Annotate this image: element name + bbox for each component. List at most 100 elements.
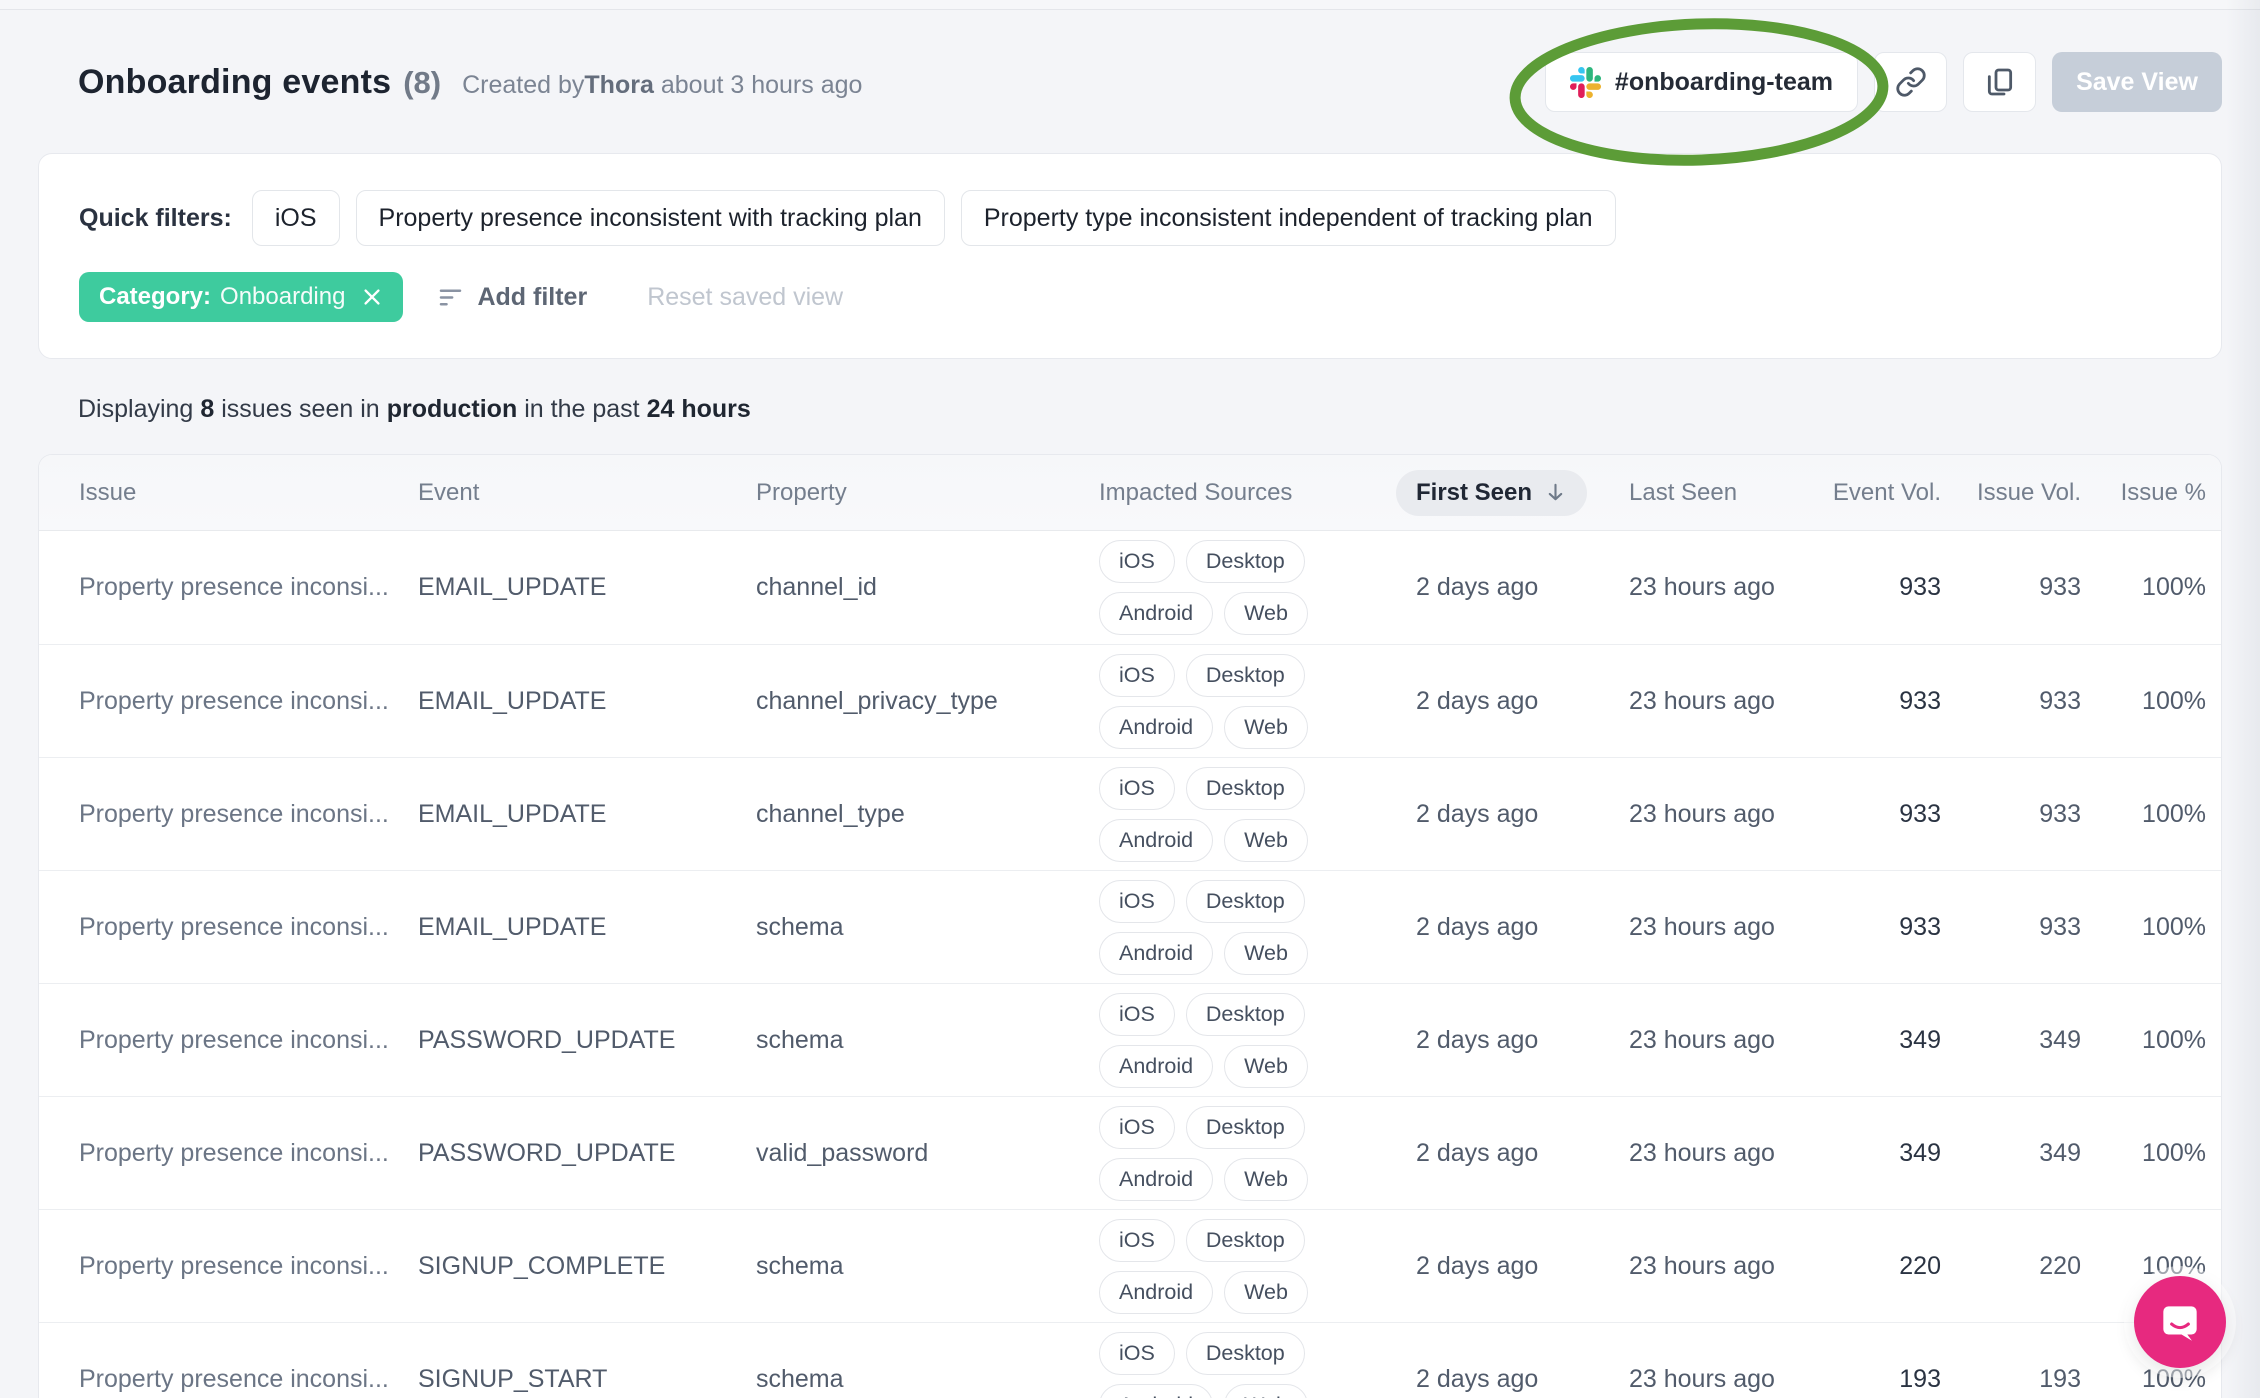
sort-first-seen-button[interactable]: First Seen <box>1396 469 1588 516</box>
first-seen-cell: 2 days ago <box>1416 1364 1539 1393</box>
source-pill: Android <box>1099 705 1214 749</box>
chip-label: Category: <box>99 283 212 310</box>
issue-pct-cell: 100% <box>2142 573 2206 601</box>
chat-bubble-icon <box>2155 1297 2205 1347</box>
issue-pct-cell: 100% <box>2142 686 2206 715</box>
first-seen-cell: 2 days ago <box>1416 573 1539 601</box>
source-pill: Desktop <box>1185 653 1305 697</box>
last-seen-cell: 23 hours ago <box>1629 1025 1775 1054</box>
table-row[interactable]: Property presence inconsi... SIGNUP_COMP… <box>39 1209 2221 1322</box>
source-pill: Android <box>1099 1270 1214 1314</box>
table-row[interactable]: Property presence inconsi... PASSWORD_UP… <box>39 983 2221 1096</box>
last-seen-cell: 23 hours ago <box>1629 912 1775 941</box>
source-pill: Desktop <box>1185 1105 1305 1149</box>
save-view-button[interactable]: Save View <box>2052 52 2222 112</box>
last-seen-cell: 23 hours ago <box>1629 686 1775 715</box>
issue-pct-cell: 100% <box>2142 1364 2206 1393</box>
copy-link-button[interactable] <box>1874 52 1947 112</box>
table-row[interactable]: Property presence inconsi... SIGNUP_STAR… <box>39 1322 2221 1398</box>
scroll-edge-shade <box>2226 0 2260 1398</box>
link-icon <box>1895 66 1927 98</box>
event-vol-cell: 220 <box>1899 1251 1941 1280</box>
column-header-last-seen: Last Seen <box>1629 478 1738 506</box>
page-title: Onboarding events <box>78 62 392 101</box>
filters-panel: Quick filters: iOS Property presence inc… <box>38 153 2222 359</box>
source-pill: Desktop <box>1185 992 1305 1036</box>
quick-filter-button-presence[interactable]: Property presence inconsistent with trac… <box>355 190 945 246</box>
filter-icon <box>437 284 464 311</box>
chip-value: Onboarding <box>220 283 346 310</box>
property-cell: schema <box>756 1025 844 1054</box>
table-body: Property presence inconsi... EMAIL_UPDAT… <box>39 531 2221 1398</box>
table-row[interactable]: Property presence inconsi... EMAIL_UPDAT… <box>39 644 2221 757</box>
source-pill: Android <box>1099 1044 1214 1088</box>
issue-count-badge: (8) <box>403 64 442 100</box>
table-row[interactable]: Property presence inconsi... EMAIL_UPDAT… <box>39 757 2221 870</box>
event-cell: PASSWORD_UPDATE <box>418 1025 676 1054</box>
impacted-sources-cell: iOSDesktop AndroidWeb <box>1099 879 1416 975</box>
source-pill: Android <box>1099 592 1214 635</box>
source-pill: iOS <box>1099 653 1175 697</box>
issue-pct-cell: 100% <box>2142 799 2206 828</box>
event-vol-cell: 933 <box>1899 799 1941 828</box>
event-cell: SIGNUP_START <box>418 1364 608 1393</box>
add-filter-button[interactable]: Add filter <box>437 283 587 312</box>
first-seen-cell: 2 days ago <box>1416 1025 1539 1054</box>
results-summary: Displaying 8 issues seen in production in th… <box>38 395 2222 424</box>
impacted-sources-cell: iOSDesktop AndroidWeb <box>1099 992 1416 1088</box>
source-pill: Web <box>1224 1157 1308 1201</box>
event-vol-cell: 933 <box>1899 573 1941 601</box>
category-filter-chip[interactable]: Category: Onboarding <box>79 272 404 322</box>
issue-vol-cell: 220 <box>2039 1251 2081 1280</box>
last-seen-cell: 23 hours ago <box>1629 573 1775 601</box>
summary-window: 24 hours <box>646 395 751 423</box>
source-pill: iOS <box>1099 766 1175 810</box>
slack-channel-button[interactable]: #onboarding-team <box>1544 52 1858 112</box>
impacted-sources-cell: iOSDesktop AndroidWeb <box>1099 540 1416 635</box>
issue-cell: Property presence inconsi... <box>79 1025 389 1054</box>
issue-vol-cell: 933 <box>2039 573 2081 601</box>
property-cell: valid_password <box>756 1138 929 1167</box>
table-row[interactable]: Property presence inconsi... PASSWORD_UP… <box>39 1096 2221 1209</box>
add-filter-label: Add filter <box>477 282 588 311</box>
event-cell: EMAIL_UPDATE <box>418 799 607 828</box>
source-pill: Desktop <box>1185 766 1305 810</box>
reset-saved-view-button[interactable]: Reset saved view <box>647 283 843 312</box>
table-row[interactable]: Property presence inconsi... EMAIL_UPDAT… <box>39 531 2221 644</box>
source-pill: Web <box>1224 592 1308 635</box>
quick-filter-button-ios[interactable]: iOS <box>251 190 340 246</box>
source-pill: Desktop <box>1185 540 1305 583</box>
column-header-first-seen: First Seen <box>1396 469 1629 516</box>
issue-cell: Property presence inconsi... <box>79 1251 389 1280</box>
impacted-sources-cell: iOSDesktop AndroidWeb <box>1099 1218 1416 1314</box>
impacted-sources-cell: iOSDesktop AndroidWeb <box>1099 1105 1416 1201</box>
source-pill: iOS <box>1099 540 1175 583</box>
issue-vol-cell: 933 <box>2039 799 2081 828</box>
chat-launcher-button[interactable] <box>2134 1276 2226 1368</box>
remove-filter-icon[interactable] <box>361 286 383 308</box>
event-cell: PASSWORD_UPDATE <box>418 1138 676 1167</box>
issue-cell: Property presence inconsi... <box>79 686 389 715</box>
first-seen-cell: 2 days ago <box>1416 686 1539 715</box>
source-pill: iOS <box>1099 992 1175 1036</box>
source-pill: Web <box>1224 818 1308 862</box>
column-header-event-vol: Event Vol. <box>1832 478 1941 506</box>
event-vol-cell: 933 <box>1899 912 1941 941</box>
title-block: Onboarding events (8) Created byThora abo… <box>38 63 862 102</box>
column-header-issue-pct: Issue % <box>2120 478 2206 506</box>
property-cell: channel_privacy_type <box>756 686 998 715</box>
created-by-name: Thora <box>584 70 654 99</box>
last-seen-cell: 23 hours ago <box>1629 1364 1775 1393</box>
issues-table: Issue Event Property Impacted Sources Fi… <box>38 454 2222 1398</box>
source-pill: Web <box>1224 1383 1308 1398</box>
first-seen-cell: 2 days ago <box>1416 1251 1539 1280</box>
table-row[interactable]: Property presence inconsi... EMAIL_UPDAT… <box>39 870 2221 983</box>
source-pill: Web <box>1224 1044 1308 1088</box>
event-cell: EMAIL_UPDATE <box>418 573 607 601</box>
duplicate-view-button[interactable] <box>1963 52 2036 112</box>
quick-filter-button-type[interactable]: Property type inconsistent independent o… <box>960 190 1616 246</box>
event-cell: EMAIL_UPDATE <box>418 686 607 715</box>
issue-cell: Property presence inconsi... <box>79 1364 389 1393</box>
issue-pct-cell: 100% <box>2142 1025 2206 1054</box>
issue-cell: Property presence inconsi... <box>79 1138 389 1167</box>
